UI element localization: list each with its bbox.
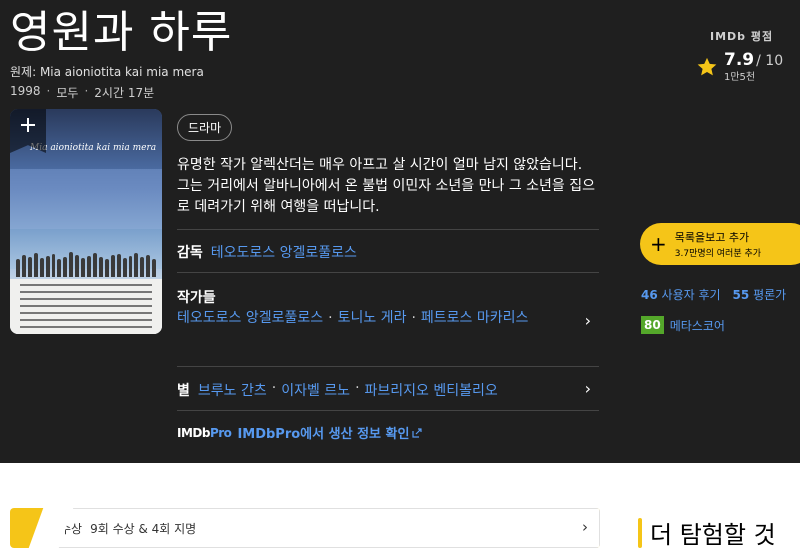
title-details: 드라마 유명한 작가 알렉산더는 매우 아프고 살 시간이 얼마 남지 않았습니…	[177, 114, 599, 442]
external-link-icon	[412, 427, 423, 438]
user-reviews-link[interactable]: 46 사용자 후기	[641, 286, 721, 303]
imdbpro-logo-b: Pro	[209, 425, 232, 440]
imdbpro-logo: IMDbPro	[177, 425, 232, 440]
director-row: 감독 테오도로스 앙겔로풀로스	[177, 229, 599, 272]
separator: ·	[411, 310, 416, 326]
awards-banner[interactable]: 수상 9회 수상 & 4회 지명 ›	[10, 508, 600, 548]
rating-count: 1만5천	[724, 72, 756, 83]
poster-script: Mia aioniotita kai mia mera	[30, 143, 157, 153]
chevron-right-icon: ›	[582, 518, 588, 536]
stars-label: 별	[177, 383, 190, 399]
writer-link[interactable]: 테오도로스 앙겔로풀로스	[177, 310, 323, 326]
chevron-right-icon[interactable]: ›	[585, 379, 591, 398]
certificate[interactable]: 모두	[56, 84, 78, 101]
separator: ·	[328, 310, 333, 326]
imdbpro-logo-a: IMDb	[177, 425, 210, 440]
poster-credits-block	[10, 279, 162, 334]
review-counts: 46 사용자 후기 55 평론가	[641, 286, 786, 303]
watchlist-text: 목록을보고 추가 3.7만명의 여러분 추가	[675, 229, 761, 259]
director-link[interactable]: 테오도로스 앙겔로풀로스	[211, 242, 357, 262]
title-meta: 1998 · 모두 · 2시간 17분	[10, 84, 154, 101]
imdbpro-row[interactable]: IMDbPro IMDbPro에서 생산 정보 확인	[177, 410, 599, 442]
explore-title: 더 탐험할 것	[650, 521, 776, 549]
poster-figures	[16, 249, 157, 277]
star-link[interactable]: 이자벨 르노	[281, 380, 350, 400]
separator: ·	[271, 380, 277, 396]
writers-row: 작가들 테오도로스 앙겔로풀로스 · 토니노 게라 · 페트로스 마카리스 ›	[177, 272, 599, 364]
explore-more-heading: 더 탐험할 것	[638, 515, 776, 550]
user-review-count: 46	[641, 288, 658, 302]
meta-separator: ·	[46, 84, 51, 98]
add-to-watchlist-button[interactable]: + 목록을보고 추가 3.7만명의 여러분 추가	[640, 223, 800, 265]
section-accent-bar	[638, 517, 642, 548]
user-review-label: 사용자 후기	[661, 288, 721, 302]
writers-list: 테오도로스 앙겔로풀로스 · 토니노 게라 · 페트로스 마카리스	[177, 307, 572, 329]
watchlist-label: 목록을보고 추가	[674, 231, 750, 244]
page-title: 영원과 하루	[10, 7, 233, 58]
awards-text: 9회 수상 & 4회 지명	[90, 521, 197, 536]
star-link[interactable]: 브루노 간츠	[198, 380, 267, 400]
plus-icon	[21, 118, 35, 132]
star-icon	[697, 57, 717, 75]
critic-review-count: 55	[732, 288, 750, 302]
writers-label: 작가들	[177, 290, 216, 306]
imdb-rating[interactable]: IMDb 평점 7.9/ 10 1만5천	[696, 28, 800, 83]
critic-reviews-link[interactable]: 55 평론가	[733, 286, 787, 303]
metascore-label: 메타스코어	[669, 318, 725, 333]
writer-link[interactable]: 토니노 게라	[338, 310, 407, 326]
meta-separator: ·	[84, 84, 89, 98]
rating-max: / 10	[756, 53, 784, 69]
chevron-right-icon[interactable]: ›	[585, 311, 591, 330]
metascore-link[interactable]: 80 메타스코어	[641, 316, 725, 334]
watchlist-sub: 3.7만명의 여러분 추가	[674, 249, 762, 259]
runtime: 2시간 17분	[94, 86, 155, 100]
release-year[interactable]: 1998	[10, 84, 41, 101]
genre-chip[interactable]: 드라마	[177, 114, 233, 141]
critic-review-label: 평론가	[753, 288, 787, 302]
writer-link[interactable]: 페트로스 마카리스	[421, 310, 529, 326]
plot-summary: 유명한 작가 알렉산더는 매우 아프고 살 시간이 얼마 남지 않았습니다. 그…	[177, 157, 596, 215]
original-title: 원제: Mia aioniotita kai mia mera	[10, 65, 204, 79]
metascore-badge: 80	[641, 316, 664, 334]
rating-row: 7.9/ 10 1만5천	[696, 50, 800, 83]
poster-image[interactable]: Mia aioniotita kai mia mera	[10, 109, 162, 334]
awards-content: 수상 9회 수상 & 4회 지명	[50, 508, 600, 548]
separator: ·	[355, 380, 360, 396]
hero-section: 영원과 하루 원제: Mia aioniotita kai mia mera 1…	[0, 0, 800, 463]
rating-value: 7.9	[724, 50, 755, 70]
plus-icon: +	[650, 232, 667, 256]
rating-label: IMDb 평점	[710, 30, 774, 43]
stars-row: 별 브루노 간츠 · 이자벨 르노 · 파브리지오 벤티볼리오 ›	[177, 366, 599, 410]
rating-values: 7.9/ 10 1만5천	[724, 50, 783, 83]
director-label: 감독	[177, 245, 203, 261]
imdbpro-link[interactable]: IMDbPro에서 생산 정보 확인	[237, 423, 409, 442]
star-link[interactable]: 파브리지오 벤티볼리오	[365, 380, 498, 400]
